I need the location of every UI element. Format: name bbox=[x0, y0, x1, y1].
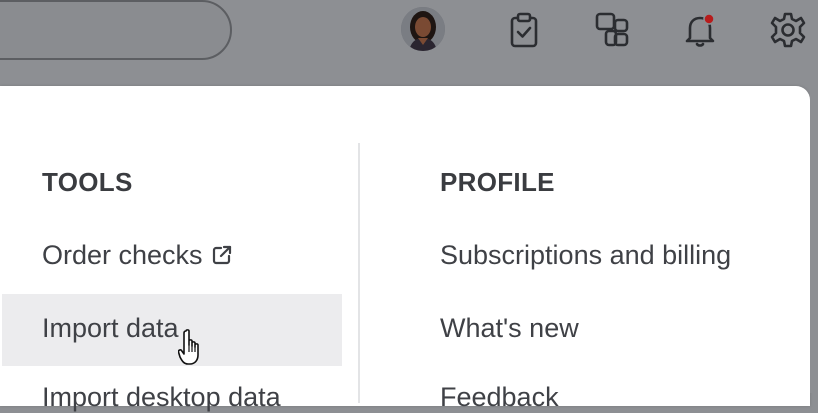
profile-heading: PROFILE bbox=[440, 167, 555, 197]
gear-icon[interactable] bbox=[768, 10, 808, 50]
menu-item-order-checks[interactable]: Order checks bbox=[42, 240, 233, 271]
column-divider bbox=[358, 143, 360, 403]
menu-item-feedback[interactable]: Feedback bbox=[440, 382, 559, 413]
clipboard-check-icon[interactable] bbox=[504, 10, 544, 50]
search-input[interactable] bbox=[0, 0, 232, 60]
menu-item-whats-new[interactable]: What's new bbox=[440, 313, 579, 344]
menu-item-subscriptions-billing[interactable]: Subscriptions and billing bbox=[440, 240, 731, 271]
backdrop-edge bbox=[810, 86, 818, 393]
tools-heading: TOOLS bbox=[42, 167, 133, 197]
external-link-icon bbox=[211, 242, 233, 265]
avatar[interactable] bbox=[401, 7, 445, 51]
top-bar bbox=[0, 0, 818, 86]
apps-icon[interactable] bbox=[592, 10, 632, 50]
hand-pointer-cursor-icon bbox=[177, 328, 210, 368]
menu-item-import-desktop-data[interactable]: Import desktop data bbox=[42, 382, 281, 413]
order-checks-label: Order checks bbox=[42, 240, 203, 270]
menu-item-import-data[interactable]: Import data bbox=[42, 313, 179, 344]
settings-menu: TOOLS Order checks Import data Import de… bbox=[0, 86, 810, 412]
bell-icon[interactable] bbox=[680, 10, 720, 50]
